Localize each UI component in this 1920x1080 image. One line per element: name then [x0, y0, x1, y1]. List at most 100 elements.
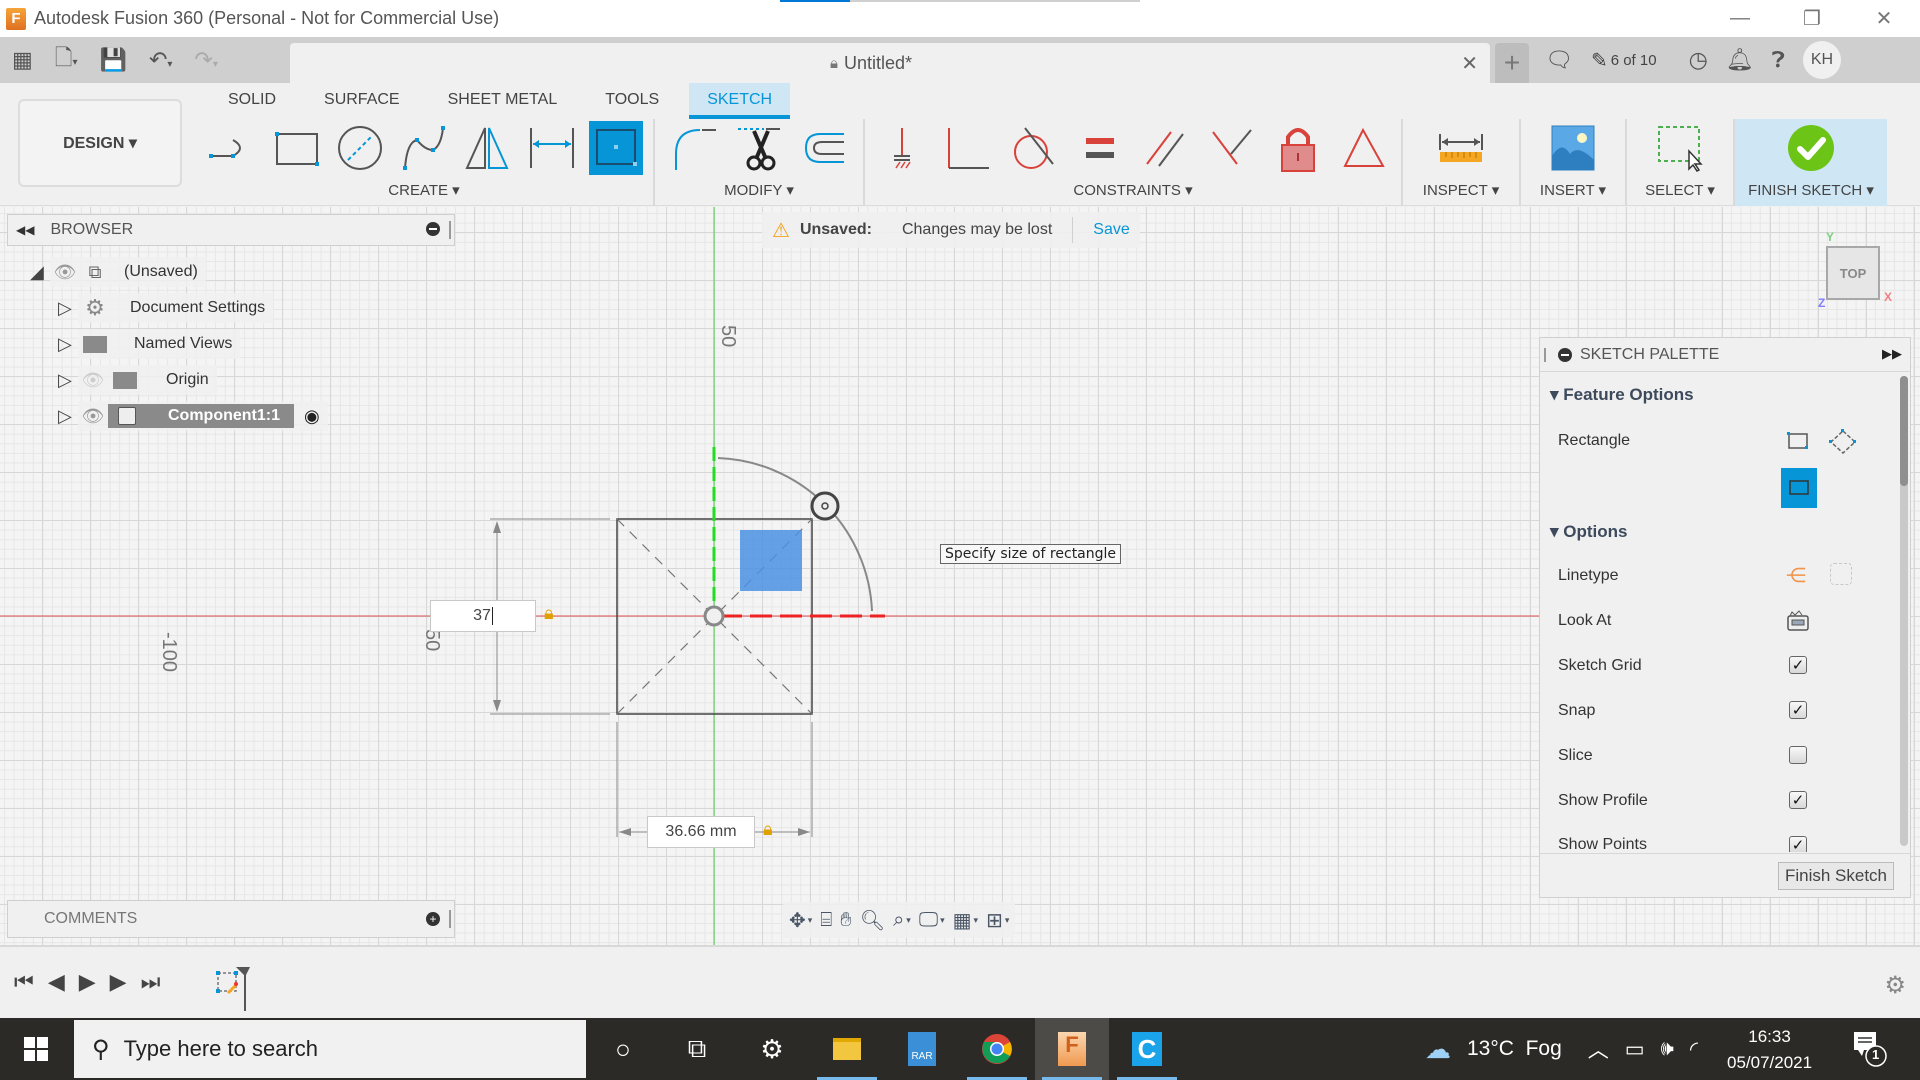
fit-icon[interactable]: ⌕: [893, 909, 904, 932]
clock-icon[interactable]: ◷: [1689, 47, 1708, 73]
workspace-switcher[interactable]: DESIGN ▾: [18, 99, 182, 187]
show-profile-checkbox[interactable]: ✓: [1789, 791, 1807, 809]
comment-icon[interactable]: 🗨: [1545, 47, 1573, 73]
timeline-settings-gear-icon[interactable]: ⚙: [1884, 971, 1906, 1000]
add-comment-icon[interactable]: +: [426, 912, 440, 926]
minimize-button[interactable]: —: [1704, 0, 1776, 37]
sketch-dimension-icon[interactable]: [525, 121, 579, 175]
expand-triangle-icon[interactable]: ▷: [58, 406, 78, 427]
zoom-icon[interactable]: 🔍︎: [860, 908, 885, 933]
finish-sketch-group-label[interactable]: FINISH SKETCH ▾: [1748, 181, 1874, 199]
expand-triangle-icon[interactable]: ▷: [58, 334, 78, 355]
show-hidden-icons-chevron[interactable]: ︿: [1588, 1034, 1609, 1064]
timeline-first-icon[interactable]: ⏮: [14, 969, 34, 995]
fusion-360-taskbar-icon[interactable]: F: [1035, 1018, 1109, 1080]
viewports-dropdown-icon[interactable]: ▾: [1005, 915, 1010, 926]
start-button[interactable]: [0, 1018, 72, 1080]
sketch-grid-checkbox[interactable]: ✓: [1789, 656, 1807, 674]
browser-resize-handle[interactable]: [449, 221, 451, 239]
viewports-icon[interactable]: ⊞: [986, 908, 1003, 933]
grid-snaps-icon[interactable]: ▦: [953, 908, 972, 933]
slice-checkbox[interactable]: [1789, 746, 1807, 764]
timeline-next-icon[interactable]: ▶: [110, 969, 127, 995]
offset-tool-icon[interactable]: [796, 121, 850, 175]
battery-icon[interactable]: ▭: [1625, 1037, 1645, 1062]
browser-item-named-views[interactable]: ▷ Named Views: [58, 329, 241, 359]
center-rectangle-option-icon[interactable]: [1781, 468, 1817, 508]
show-points-checkbox[interactable]: ✓: [1789, 836, 1807, 852]
action-center-icon[interactable]: 1: [1852, 1030, 1888, 1068]
fillet-tool-icon[interactable]: [668, 121, 722, 175]
tab-solid[interactable]: SOLID: [210, 83, 294, 119]
browser-item-root[interactable]: ◢ 👁︎ ⧉ (Unsaved): [30, 257, 206, 287]
fit-dropdown-icon[interactable]: ▾: [906, 915, 911, 926]
coincident-constraint-icon[interactable]: [1205, 121, 1259, 175]
activate-radio-icon[interactable]: ◉: [304, 406, 320, 427]
weather-cloud-icon[interactable]: ☁: [1425, 1034, 1451, 1065]
construction-linetype-icon[interactable]: ⋲: [1786, 563, 1806, 588]
hidden-eye-icon[interactable]: 👁︎: [78, 370, 108, 391]
file-menu-icon[interactable]: 🗋▾: [55, 41, 78, 79]
tab-tools[interactable]: TOOLS: [587, 83, 677, 119]
help-icon[interactable]: ❓︎: [1772, 47, 1785, 73]
notification-bell-icon[interactable]: 🔔︎: [1726, 47, 1754, 73]
display-settings-icon[interactable]: 🖵: [919, 909, 938, 932]
width-lock-icon[interactable]: 🔒︎: [763, 819, 773, 840]
fix-unfix-lock-icon[interactable]: [1271, 121, 1325, 175]
mirror-tool-icon[interactable]: [461, 121, 515, 175]
file-explorer-icon[interactable]: [810, 1018, 884, 1080]
chrome-icon[interactable]: [960, 1018, 1034, 1080]
palette-scrollbar[interactable]: [1900, 376, 1908, 846]
data-panel-grid-icon[interactable]: ▦: [12, 47, 33, 73]
timeline-play-icon[interactable]: ▶: [79, 969, 96, 995]
cortana-icon[interactable]: ○: [586, 1018, 660, 1080]
visibility-eye-icon[interactable]: 👁︎: [78, 406, 108, 427]
grid-dropdown-icon[interactable]: ▾: [974, 915, 979, 926]
width-dimension-input[interactable]: 36.66 mm: [647, 816, 755, 848]
insert-image-icon[interactable]: [1546, 121, 1600, 175]
expand-triangle-icon[interactable]: ▷: [58, 298, 78, 319]
insert-group-label[interactable]: INSERT ▾: [1540, 181, 1606, 199]
centerline-linetype-icon[interactable]: [1830, 563, 1852, 585]
timeline-last-icon[interactable]: ⏭: [141, 969, 161, 995]
timeline-previous-icon[interactable]: ◀: [48, 969, 65, 995]
fix-constraint-icon[interactable]: [875, 121, 929, 175]
taskbar-search-box[interactable]: ⚲ Type here to search: [74, 1020, 586, 1078]
comments-resize-handle[interactable]: [449, 910, 451, 928]
weather-text[interactable]: 13°C Fog: [1467, 1037, 1562, 1061]
collapse-triangle-icon[interactable]: ◢: [30, 262, 50, 283]
orbit-icon[interactable]: ✥: [789, 908, 806, 933]
timeline-sketch-feature[interactable]: [216, 965, 256, 1011]
wifi-icon[interactable]: ◜: [1690, 1037, 1698, 1062]
view-cube[interactable]: TOP: [1826, 246, 1880, 300]
height-dimension-input[interactable]: 37: [430, 600, 536, 632]
browser-item-origin[interactable]: ▷ 👁︎ Origin: [58, 365, 217, 395]
settings-gear-icon[interactable]: ⚙: [735, 1018, 809, 1080]
winrar-icon[interactable]: RAR: [885, 1018, 959, 1080]
taskbar-clock[interactable]: 16:33 05/07/2021: [1727, 1024, 1812, 1076]
constraints-group-label[interactable]: CONSTRAINTS ▾: [1073, 181, 1192, 199]
palette-pin-icon[interactable]: [1558, 347, 1572, 362]
browser-item-document-settings[interactable]: ▷ ⚙ Document Settings: [58, 293, 274, 323]
measure-tool-icon[interactable]: [1434, 121, 1488, 175]
window-select-icon[interactable]: [1653, 121, 1707, 175]
new-tab-button[interactable]: +: [1495, 43, 1529, 83]
symmetry-constraint-icon[interactable]: [1337, 121, 1391, 175]
spline-tool-icon[interactable]: [397, 121, 451, 175]
create-group-label[interactable]: CREATE ▾: [388, 181, 459, 199]
inspect-group-label[interactable]: INSPECT ▾: [1423, 181, 1499, 199]
look-at-nav-icon[interactable]: ⌸: [820, 909, 832, 932]
app-c-icon[interactable]: C: [1110, 1018, 1184, 1080]
close-tab-button[interactable]: ✕: [1461, 51, 1478, 76]
three-point-rectangle-icon[interactable]: [1828, 428, 1858, 461]
tab-sketch[interactable]: SKETCH: [689, 83, 791, 119]
job-status[interactable]: ✎ 6 of 10: [1591, 48, 1657, 73]
tangent-constraint-icon[interactable]: [1007, 121, 1061, 175]
rectangle-tool-icon[interactable]: [269, 121, 323, 175]
orbit-dropdown-icon[interactable]: ▾: [808, 915, 813, 926]
tab-sheet-metal[interactable]: SHEET METAL: [430, 83, 576, 119]
restore-button[interactable]: ❐: [1776, 0, 1848, 37]
line-tool-icon[interactable]: [205, 121, 259, 175]
expand-triangle-icon[interactable]: ▷: [58, 370, 78, 391]
two-point-rectangle-icon[interactable]: [1785, 430, 1811, 459]
